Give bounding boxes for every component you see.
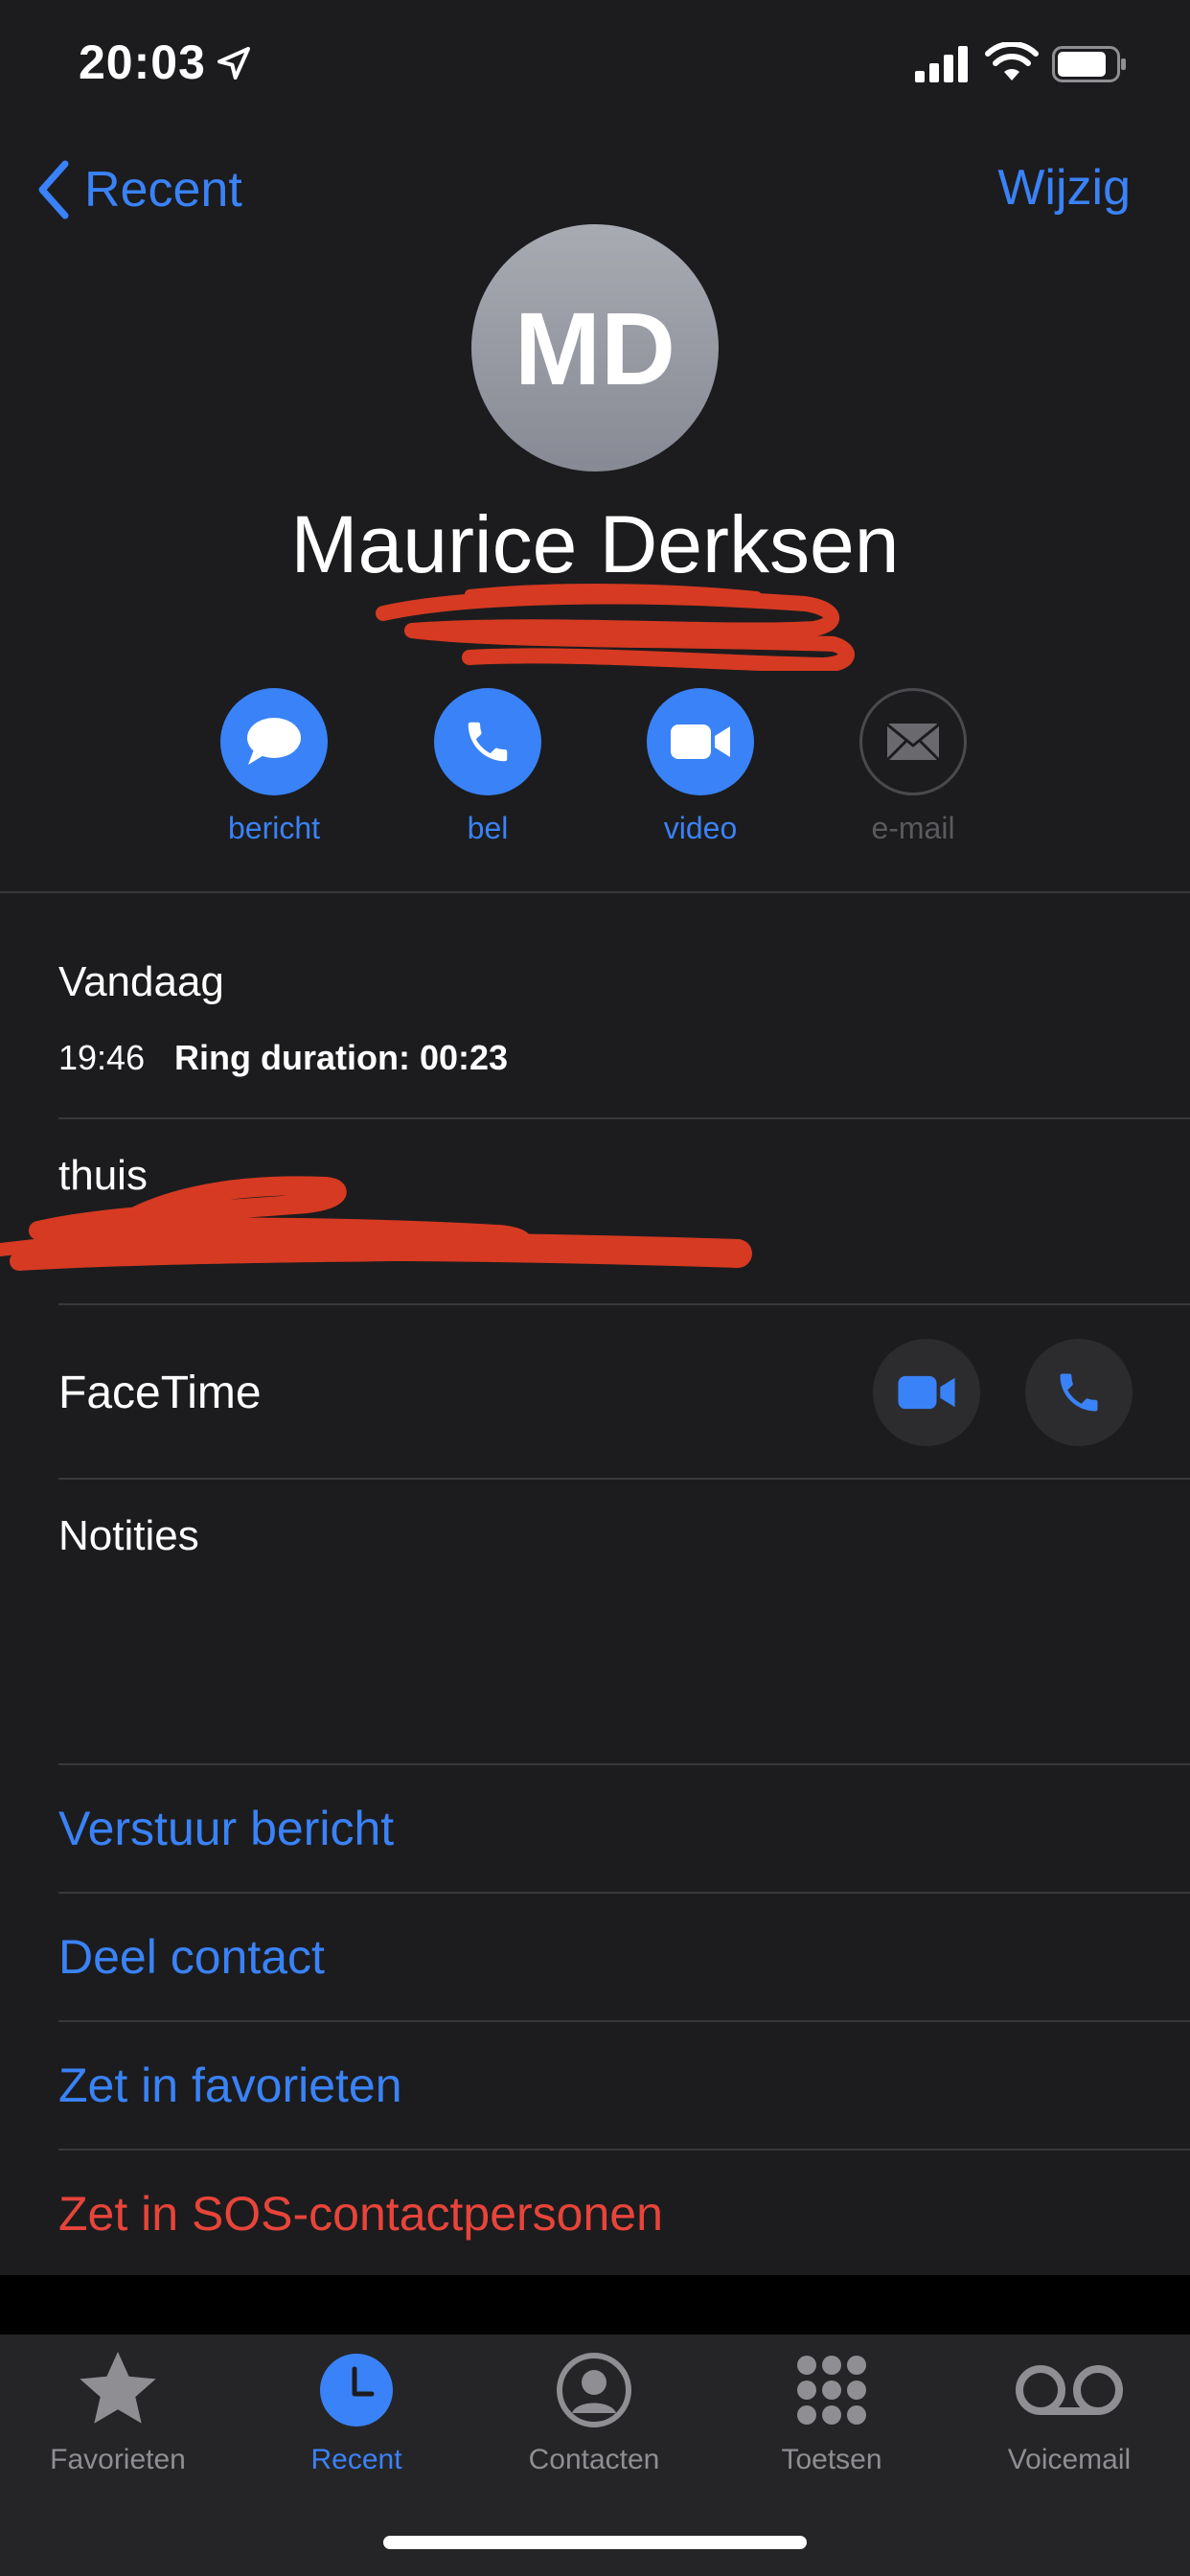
star-icon <box>80 2351 156 2424</box>
contact-icon <box>557 2353 631 2427</box>
tab-contacts[interactable]: Contacten <box>479 2348 709 2476</box>
call-action-circle <box>434 688 541 795</box>
email-action-button: e-mail <box>827 688 999 846</box>
tab-favorites-label: Favorieten <box>50 2444 186 2475</box>
facetime-audio-button[interactable] <box>1025 1339 1133 1446</box>
call-action-button[interactable]: bel <box>401 688 574 846</box>
video-icon <box>898 1375 955 1410</box>
facetime-label: FaceTime <box>58 1368 262 1418</box>
phone-icon <box>468 722 508 762</box>
mail-icon <box>885 723 941 762</box>
message-action-button[interactable]: bericht <box>188 688 360 846</box>
add-to-emergency-contacts-link[interactable]: Zet in SOS-contactpersonen <box>58 2150 1190 2277</box>
wifi-icon <box>985 42 1039 80</box>
share-contact-link[interactable]: Deel contact <box>58 1894 1190 2020</box>
facetime-video-button[interactable] <box>873 1339 980 1446</box>
tab-contacts-label: Contacten <box>528 2444 660 2475</box>
phone-number-row[interactable]: thuis <box>0 1119 1190 1303</box>
battery-icon <box>1052 46 1126 82</box>
send-message-link[interactable]: Verstuur bericht <box>58 1765 1190 1892</box>
email-action-label: e-mail <box>871 811 955 845</box>
video-action-circle <box>647 688 754 795</box>
tab-keypad[interactable]: Toetsen <box>717 2348 947 2476</box>
tab-favorites[interactable]: Favorieten <box>3 2348 233 2476</box>
cellular-signal-icon <box>915 46 968 82</box>
tab-keypad-label: Toetsen <box>781 2444 882 2475</box>
video-action-label: video <box>663 811 738 845</box>
video-action-button[interactable]: video <box>614 688 787 846</box>
section-divider <box>0 891 1190 893</box>
message-icon <box>247 718 301 765</box>
notes-field[interactable]: Notities <box>0 1480 1190 1763</box>
back-button-label: Recent <box>84 162 242 218</box>
tab-recent[interactable]: Recent <box>241 2348 471 2476</box>
keypad-icon <box>797 2356 866 2425</box>
avatar-initials: MD <box>515 289 675 406</box>
voicemail-icon <box>1016 2365 1123 2415</box>
add-to-favorites-link[interactable]: Zet in favorieten <box>58 2022 1190 2149</box>
row-divider <box>58 1303 1190 1305</box>
home-indicator <box>383 2536 807 2549</box>
tab-voicemail[interactable]: Voicemail <box>954 2348 1184 2476</box>
redaction-scribble <box>0 1176 752 1271</box>
email-action-circle <box>859 688 967 795</box>
tab-recent-label: Recent <box>310 2444 402 2475</box>
tab-voicemail-label: Voicemail <box>1007 2444 1132 2475</box>
clock-icon <box>320 2354 393 2426</box>
phone-icon <box>1060 1373 1098 1412</box>
call-log-time: 19:46 <box>58 1038 146 1077</box>
call-log-detail: Ring duration: 00:23 <box>174 1038 509 1077</box>
notes-label: Notities <box>58 1512 199 1559</box>
chevron-left-icon <box>38 160 69 219</box>
message-action-label: bericht <box>227 811 321 845</box>
back-button[interactable]: Recent <box>34 153 242 226</box>
video-icon <box>671 724 730 759</box>
call-log-day: Vandaag <box>58 958 224 1005</box>
call-action-label: bel <box>467 811 509 845</box>
edit-button[interactable]: Wijzig <box>997 159 1131 217</box>
avatar: MD <box>471 224 719 472</box>
location-arrow-icon <box>217 47 250 80</box>
redaction-scribble <box>376 584 855 671</box>
status-time: 20:03 <box>79 35 206 89</box>
message-action-circle <box>220 688 328 795</box>
list-bottom-spacer <box>0 2275 1190 2334</box>
